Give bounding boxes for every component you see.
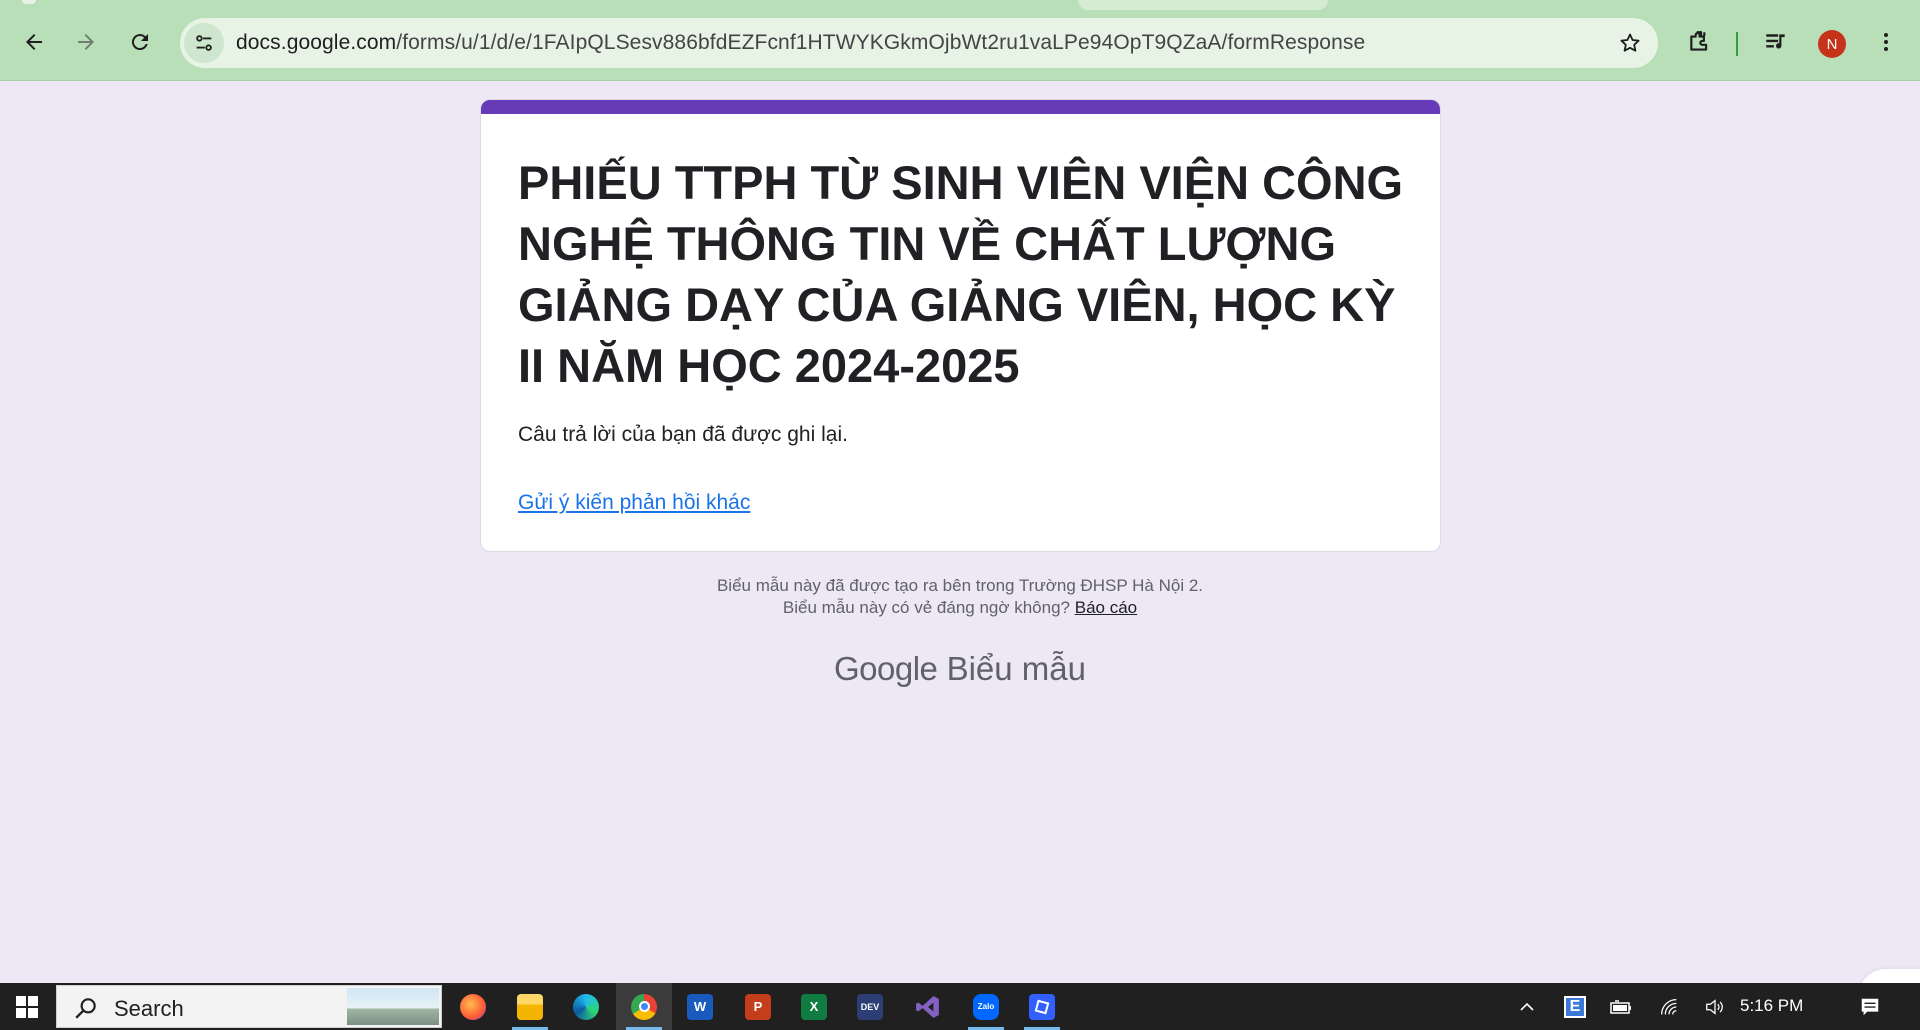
url-text[interactable]: docs.google.com/forms/u/1/d/e/1FAIpQLSes…	[236, 18, 1365, 68]
edge-icon	[573, 993, 599, 1020]
footer-suspicious-note: Biểu mẫu này có vẻ đáng ngờ không? Báo c…	[0, 598, 1920, 618]
taskbar-edge[interactable]	[558, 983, 614, 1030]
roblox-studio-icon	[1029, 993, 1055, 1020]
excel-icon: X	[801, 993, 827, 1020]
firefox-icon	[460, 993, 486, 1020]
notifications-icon[interactable]	[1850, 983, 1890, 1030]
form-title: PHIẾU TTPH TỪ SINH VIÊN VIỆN CÔNG NGHỆ T…	[518, 156, 1404, 392]
taskbar-word[interactable]: W	[672, 983, 728, 1030]
url-path: /forms/u/1/d/e/1FAIpQLSesv886bfdEZFcnf1H…	[396, 31, 1366, 54]
inactive-tab[interactable]	[1078, 0, 1328, 10]
reload-button[interactable]	[118, 20, 162, 64]
toolbar-separator	[1736, 32, 1738, 56]
taskbar-search-box[interactable]: Search	[56, 985, 442, 1028]
url-host: docs.google.com	[236, 31, 397, 54]
back-button[interactable]	[12, 20, 56, 64]
devcpp-icon: DEV	[857, 993, 883, 1020]
windows-taskbar: Search W P X DEV Zalo E 5:16 PM	[0, 983, 1920, 1030]
form-page: PHIẾU TTPH TỪ SINH VIÊN VIỆN CÔNG NGHỆ T…	[0, 82, 1920, 1025]
chrome-menu-button[interactable]	[1866, 22, 1906, 62]
brand-google: Google	[833, 650, 938, 687]
media-control-button[interactable]	[1756, 22, 1796, 62]
extensions-button[interactable]	[1680, 22, 1720, 62]
taskbar-roblox-studio[interactable]	[1014, 983, 1070, 1030]
brand-product: Biểu mẫu	[946, 650, 1086, 687]
chevron-up-icon	[1520, 1002, 1534, 1011]
google-forms-brand[interactable]: Google Biểu mẫu	[0, 650, 1920, 688]
profile-initial: N	[1826, 35, 1838, 53]
taskbar-visual-studio[interactable]	[900, 983, 956, 1030]
taskbar-excel[interactable]: X	[786, 983, 842, 1030]
taskbar-zalo[interactable]: Zalo	[958, 983, 1014, 1030]
confirmation-message: Câu trả lời của bạn đã được ghi lại.	[518, 423, 848, 446]
forward-icon	[78, 34, 94, 50]
footer-origin-note: Biểu mẫu này đã được tạo ra bên trong Tr…	[716, 576, 1204, 595]
profile-avatar[interactable]: N	[1818, 30, 1846, 58]
address-bar[interactable]: docs.google.com/forms/u/1/d/e/1FAIpQLSes…	[180, 18, 1658, 68]
search-icon	[75, 998, 96, 1019]
bookmark-star-icon	[1620, 33, 1640, 52]
keyboard-language-icon[interactable]: E	[1556, 983, 1594, 1030]
footer-suspicious-text: Biểu mẫu này có vẻ đáng ngờ không?	[782, 598, 1070, 617]
site-info-icon	[196, 35, 212, 51]
site-info-button[interactable]	[184, 23, 224, 63]
bookmark-button[interactable]	[1616, 29, 1644, 57]
extensions-icon	[1690, 31, 1708, 51]
word-icon: W	[687, 993, 713, 1020]
tab-strip	[0, 0, 1920, 10]
powerpoint-icon: P	[745, 993, 771, 1020]
start-button[interactable]	[0, 983, 54, 1030]
taskbar-search-label: Search	[114, 996, 184, 1021]
confirmation-card: PHIẾU TTPH TỪ SINH VIÊN VIỆN CÔNG NGHỆ T…	[480, 99, 1441, 552]
volume-icon[interactable]	[1696, 983, 1734, 1030]
form-accent-bar	[481, 100, 1440, 114]
file-explorer-icon	[517, 993, 543, 1020]
forward-button[interactable]	[64, 20, 108, 64]
browser-toolbar: docs.google.com/forms/u/1/d/e/1FAIpQLSes…	[0, 0, 1920, 81]
windows-logo-icon	[16, 995, 38, 1018]
wifi-icon[interactable]	[1650, 983, 1688, 1030]
zalo-icon: Zalo	[973, 993, 999, 1020]
show-hidden-icons[interactable]	[1508, 983, 1546, 1030]
media-control-icon	[1766, 34, 1785, 49]
visual-studio-icon	[915, 994, 941, 1020]
taskbar-firefox[interactable]	[445, 983, 501, 1030]
submit-another-response-link[interactable]: Gửi ý kiến phản hồi khác	[518, 491, 750, 515]
menu-kebab-icon	[1884, 33, 1888, 51]
taskbar-devcpp[interactable]: DEV	[842, 983, 898, 1030]
battery-icon[interactable]	[1602, 983, 1640, 1030]
taskbar-chrome[interactable]	[616, 983, 672, 1030]
back-icon	[26, 34, 42, 50]
search-highlight-image	[347, 988, 439, 1025]
taskbar-powerpoint[interactable]: P	[730, 983, 786, 1030]
reload-icon	[131, 34, 148, 51]
taskbar-file-explorer[interactable]	[502, 983, 558, 1030]
chrome-icon	[631, 993, 657, 1020]
tab-edge	[22, 0, 36, 4]
report-link[interactable]: Báo cáo	[1075, 598, 1137, 617]
taskbar-clock[interactable]: 5:16 PM	[1740, 996, 1803, 1016]
